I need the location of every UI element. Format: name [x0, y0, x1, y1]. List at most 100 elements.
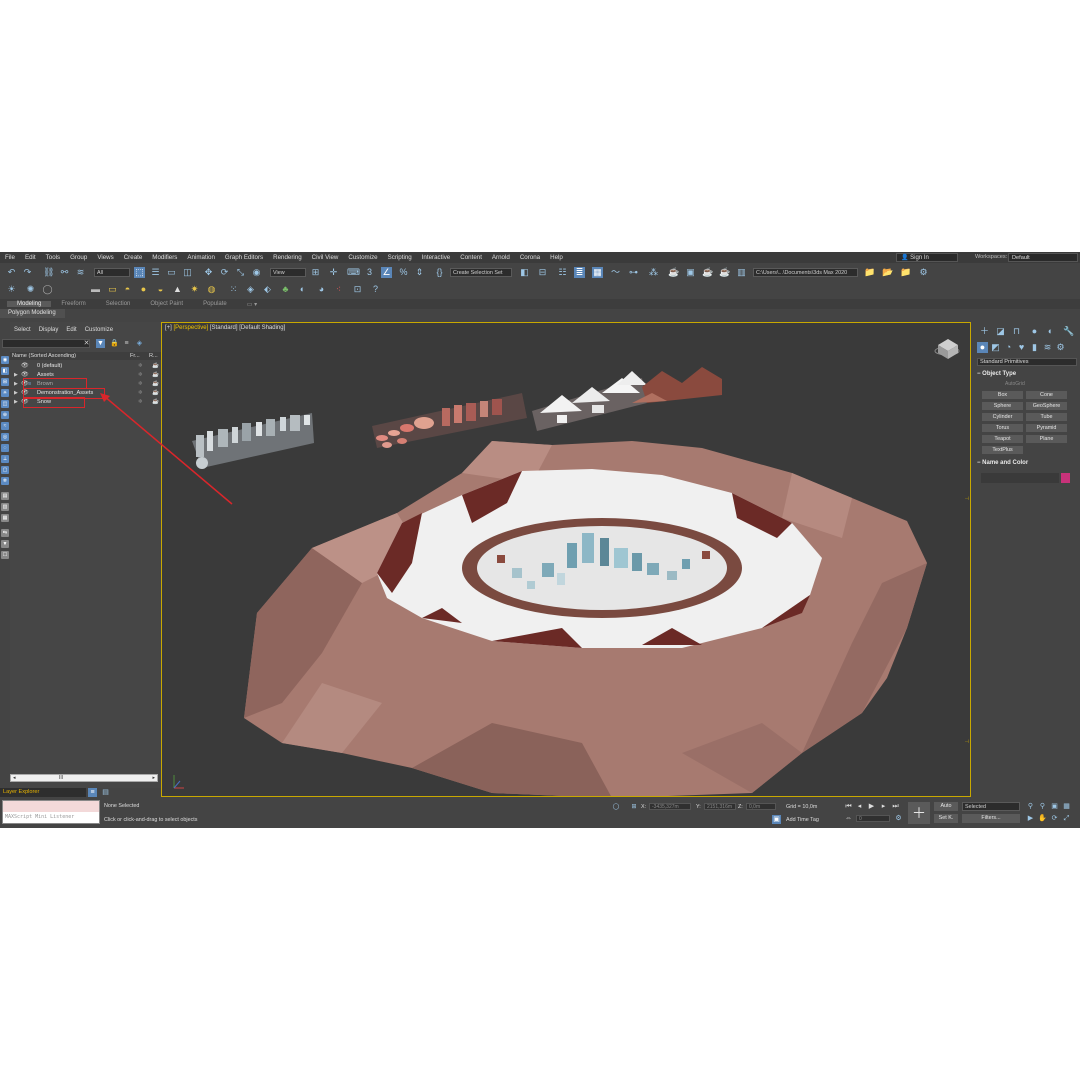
render-iterative-icon[interactable]: ☕ — [719, 267, 730, 278]
material-ball-icon[interactable]: ◕ — [316, 284, 327, 295]
help-icon[interactable]: ? — [370, 284, 381, 295]
explorer-scene-toggle-icon[interactable]: ▤ — [101, 788, 110, 797]
curve-editor-icon[interactable]: 〜 — [610, 267, 621, 278]
y-coord-input[interactable]: 2151,316m — [704, 803, 736, 810]
lights-category-icon[interactable]: ◔ — [1003, 342, 1014, 353]
schematic-view-icon[interactable]: ⊶ — [628, 267, 639, 278]
time-tag-icon[interactable]: ▣ — [772, 815, 781, 824]
name-color-rollout[interactable]: − Name and Color — [977, 459, 1077, 468]
set-project-icon[interactable]: 📂 — [882, 267, 893, 278]
scroll-right-icon[interactable]: ▸ — [152, 775, 155, 781]
menu-corona[interactable]: Corona — [515, 254, 545, 261]
snaps-toggle-icon[interactable]: 3 — [364, 267, 375, 278]
maximize-viewport-icon[interactable]: ⤢ — [1062, 814, 1071, 823]
menu-customize[interactable]: Customize — [343, 254, 382, 261]
create-project-icon[interactable]: 📁 — [900, 267, 911, 278]
go-to-start-icon[interactable]: ⏮ — [844, 802, 853, 811]
viewcube-icon[interactable] — [934, 339, 960, 359]
orbit-icon[interactable]: ⟳ — [1050, 814, 1059, 823]
box-button[interactable]: Box — [982, 391, 1023, 399]
sign-in-button[interactable]: 👤 Sign In — [896, 253, 958, 262]
create-tab-icon[interactable]: ＋ — [979, 326, 990, 337]
project-folder-icon[interactable]: 📁 — [864, 267, 875, 278]
pivot-center-icon[interactable]: ⊞ — [310, 267, 321, 278]
project-path-dropdown[interactable]: C:\Users\...\Documents\3ds Max 2020 — [753, 268, 858, 277]
project-settings-icon[interactable]: ⚙ — [918, 267, 929, 278]
keyboard-shortcut-icon[interactable]: ⌨ — [347, 267, 360, 278]
render-setup-icon[interactable]: ☕ — [668, 267, 679, 278]
explorer-layers-toggle-icon[interactable]: ≡ — [88, 788, 97, 797]
shapes-category-icon[interactable]: ◩ — [990, 342, 1001, 353]
angle-snap-icon[interactable]: ∠ — [381, 267, 392, 278]
reference-coord-dropdown[interactable]: View — [270, 268, 306, 277]
isolate-selection-icon[interactable]: ◯ — [612, 803, 620, 811]
cylinder-button[interactable]: Cylinder — [982, 413, 1023, 421]
modify-tab-icon[interactable]: ◪ — [995, 326, 1006, 337]
cameras-category-icon[interactable]: ♥ — [1016, 342, 1027, 353]
spinner-snap-icon[interactable]: ⇕ — [414, 267, 425, 278]
menu-content[interactable]: Content — [455, 254, 487, 261]
object-name-input[interactable] — [981, 473, 1059, 483]
z-coord-input[interactable]: 0,0m — [746, 803, 776, 810]
percent-snap-icon[interactable]: % — [398, 267, 409, 278]
add-time-tag-button[interactable]: Add Time Tag — [786, 817, 819, 823]
geometry-category-icon[interactable]: ● — [977, 342, 988, 353]
go-to-end-icon[interactable]: ⏭ — [891, 802, 900, 811]
helpers-category-icon[interactable]: ▮ — [1029, 342, 1040, 353]
key-filters-button[interactable]: Filters... — [962, 814, 1020, 823]
scene-explorer-icon[interactable]: ☷ — [557, 267, 568, 278]
time-config-icon[interactable]: ⚙ — [894, 814, 903, 823]
menu-scripting[interactable]: Scripting — [383, 254, 417, 261]
maxscript-listener[interactable]: MAXScript Mini Listener — [2, 800, 100, 824]
material-editor-icon[interactable]: ⁂ — [648, 267, 659, 278]
menu-interactive[interactable]: Interactive — [417, 254, 456, 261]
plane-button[interactable]: Plane — [1026, 435, 1067, 443]
maxscript-output[interactable] — [3, 801, 99, 812]
sync-selection-icon[interactable]: ⇆ — [1, 529, 9, 537]
maxscript-input[interactable]: MAXScript Mini Listener — [3, 812, 99, 822]
zoom-extents-icon[interactable]: ▣ — [1050, 802, 1059, 811]
pan-view-icon[interactable]: ✋ — [1038, 814, 1047, 823]
tube-button[interactable]: Tube — [1026, 413, 1067, 421]
next-frame-icon[interactable]: ▸ — [879, 802, 888, 811]
zoom-all-icon[interactable]: ⚲ — [1038, 802, 1047, 811]
motion-tab-icon[interactable]: ● — [1029, 326, 1040, 337]
distance-map-icon[interactable]: ◐ — [297, 284, 308, 295]
workspace-dropdown[interactable]: Default — [1008, 253, 1078, 262]
current-frame-input[interactable]: 0 — [856, 815, 890, 822]
x-coord-input[interactable]: -3435,327m — [649, 803, 691, 810]
render-online-icon[interactable]: ▥ — [736, 267, 747, 278]
align-icon[interactable]: ⊟ — [537, 267, 548, 278]
geosphere-button[interactable]: GeoSphere — [1026, 402, 1067, 410]
perspective-viewport[interactable]: [+] [Perspective] [Standard] [Default Sh… — [161, 322, 971, 797]
converter-icon[interactable]: ⊡ — [352, 284, 363, 295]
spacewarps-category-icon[interactable]: ≋ — [1042, 342, 1053, 353]
mirror-icon[interactable]: ◧ — [519, 267, 530, 278]
named-selection-icon[interactable]: {} — [434, 267, 445, 278]
set-key-button[interactable]: Set K. — [934, 814, 958, 823]
pyramid-button[interactable]: Pyramid — [1026, 424, 1067, 432]
field-of-view-icon[interactable]: ▶ — [1026, 814, 1035, 823]
set-key-icon[interactable]: ＋ — [908, 802, 930, 824]
menu-help[interactable]: Help — [545, 254, 568, 261]
selection-lock-icon[interactable]: ⊞ — [630, 803, 638, 811]
object-type-rollout[interactable]: − Object Type — [977, 370, 1077, 379]
rendered-frame-icon[interactable]: ▣ — [685, 267, 696, 278]
utilities-tab-icon[interactable]: 🔧 — [1063, 326, 1074, 337]
display-tab-icon[interactable]: ◐ — [1045, 326, 1056, 337]
explorer-selector-dropdown[interactable]: Layer Explorer — [0, 788, 86, 797]
textplus-button[interactable]: TextPlus — [982, 446, 1023, 454]
scroll-thumb[interactable]: III — [59, 775, 63, 781]
foliage-icon[interactable]: ♣ — [280, 284, 291, 295]
torus-button[interactable]: Torus — [982, 424, 1023, 432]
primitive-type-dropdown[interactable]: Standard Primitives — [977, 358, 1077, 366]
explorer-horizontal-scrollbar[interactable]: ◂ III ▸ — [10, 774, 158, 782]
zoom-extents-all-icon[interactable]: ▦ — [1062, 802, 1071, 811]
systems-category-icon[interactable]: ⚙ — [1055, 342, 1066, 353]
ribbon-toggle-icon[interactable]: ▦ — [592, 267, 603, 278]
teapot-button[interactable]: Teapot — [982, 435, 1023, 443]
decal-icon[interactable]: ⬖ — [262, 284, 273, 295]
zoom-icon[interactable]: ⚲ — [1026, 802, 1035, 811]
cone-button[interactable]: Cone — [1026, 391, 1067, 399]
expand-all-icon[interactable]: ☐ — [1, 551, 9, 559]
